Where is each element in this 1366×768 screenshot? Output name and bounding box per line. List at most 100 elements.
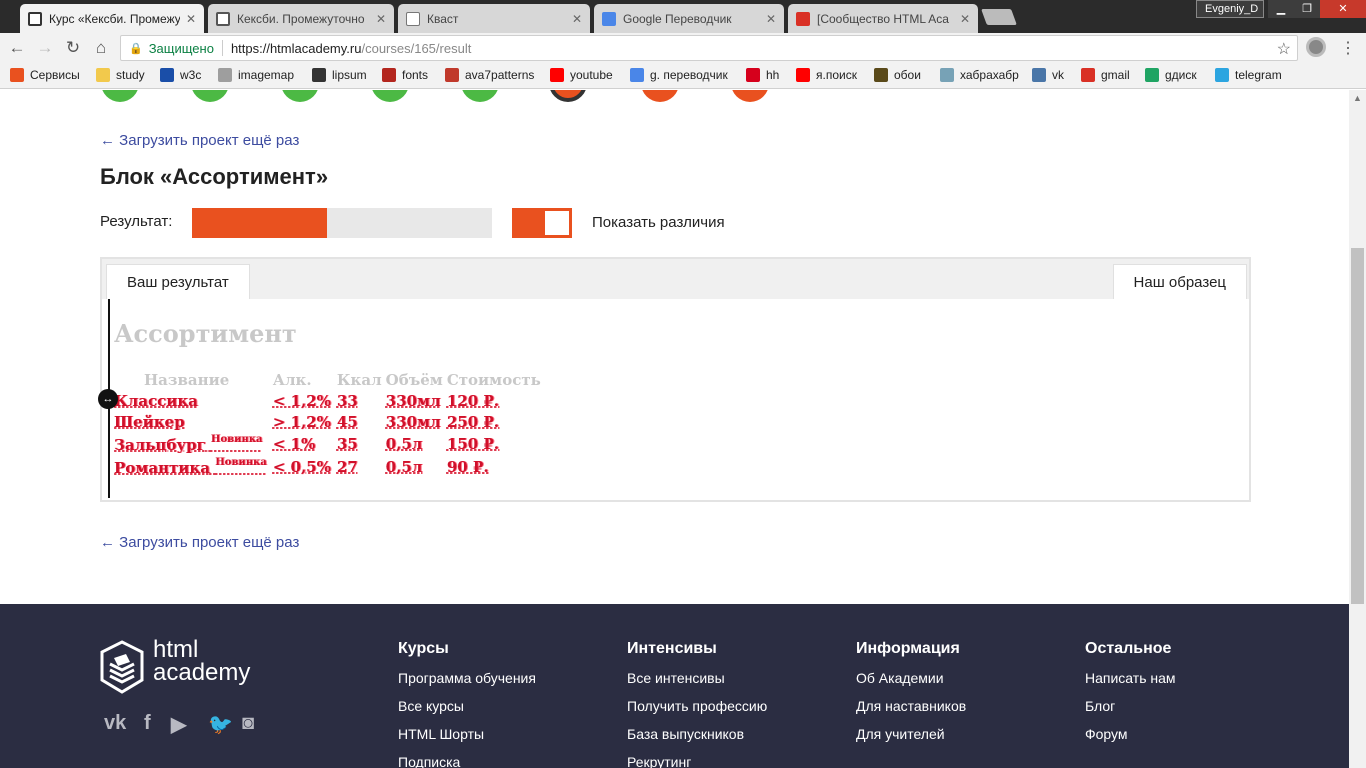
footer-link[interactable]: Все интенсивы [627,670,767,698]
footer-link[interactable]: Форум [1085,726,1176,754]
footer-link[interactable]: Подписка [398,754,536,768]
home-icon[interactable]: ⌂ [90,37,112,59]
bookmark-6[interactable]: ava7patterns [445,68,534,82]
diff-slider-handle-icon[interactable]: ↔ [98,389,118,409]
back-icon[interactable]: ← [6,37,28,59]
page-content: ← Загрузить проект ещё раз Блок «Ассорти… [0,90,1349,768]
scroll-up-icon[interactable]: ▲ [1349,90,1366,107]
footer-link[interactable]: База выпускников [627,726,767,754]
hh-icon [746,68,760,82]
bookmark-9[interactable]: hh [746,68,779,82]
close-icon[interactable]: ✕ [766,12,776,26]
window-close-icon[interactable]: ✕ [1320,0,1366,18]
lipsum-icon [312,68,326,82]
footer-link[interactable]: Получить профессию [627,698,767,726]
bookmark-5[interactable]: fonts [382,68,428,82]
footer-column-title: Информация [856,640,960,657]
footer-link[interactable]: Блог [1085,698,1176,726]
progress-step-dot[interactable] [101,90,139,102]
cell-price: 150 ₽. [447,434,545,457]
page-scrollbar[interactable]: ▲ [1349,90,1366,768]
progress-step-dot[interactable] [549,90,587,102]
tab-google-translate[interactable]: Google Переводчик ✕ [594,4,784,33]
bookmark-0[interactable]: Сервисы [10,68,80,82]
telegram-icon [1215,68,1229,82]
instagram-icon[interactable]: ◙ [242,712,254,735]
apps-icon [10,68,24,82]
footer-link[interactable]: Об Академии [856,670,966,698]
show-diff-label[interactable]: Показать различия [592,214,725,231]
bookmark-4[interactable]: lipsum [312,68,367,82]
footer-link[interactable]: HTML Шорты [398,726,536,754]
bookmark-12[interactable]: хабрахабр [940,68,1019,82]
tab-kvast[interactable]: Кваст ✕ [398,4,590,33]
bookmark-7[interactable]: youtube [550,68,613,82]
cell-text: Зальцбург [114,436,206,454]
progress-step-dot[interactable] [641,90,679,102]
scroll-thumb[interactable] [1351,248,1364,604]
toggle-knob [545,211,569,235]
browser-titlebar: Курс «Кексби. Промежу ✕ Кексби. Промежут… [0,0,1366,33]
close-icon[interactable]: ✕ [572,12,582,26]
tab-course[interactable]: Курс «Кексби. Промежу ✕ [20,4,204,33]
bookmark-16[interactable]: telegram [1215,68,1282,82]
address-bar[interactable]: 🔒 Защищено https://htmlacademy.ru/course… [120,35,1298,61]
footer-link[interactable]: Рекрутинг [627,754,767,768]
cell-alc: > 1,2% [273,413,337,434]
menu-icon[interactable]: ⋮ [1340,38,1356,58]
profile-button[interactable]: Evgeniy_D [1196,0,1264,18]
htmlacademy-logo-icon[interactable] [100,640,144,694]
vk-icon[interactable]: vk [104,712,126,735]
minimize-icon[interactable]: ▁ [1268,0,1294,18]
cell-vol: 0,5л [386,457,447,480]
bookmark-star-icon[interactable]: ☆ [1277,39,1291,59]
logo-text[interactable]: html academy [153,636,250,685]
bookmark-8[interactable]: g. переводчик [630,68,728,82]
progress-step-dot[interactable] [281,90,319,102]
restore-icon[interactable]: ❐ [1294,0,1320,18]
bookmark-label: fonts [402,68,429,82]
column-header: Алк. [272,371,312,389]
tab-keksby[interactable]: Кексби. Промежуточно ✕ [208,4,394,33]
progress-step-dot[interactable] [731,90,769,102]
progress-step-dot[interactable] [191,90,229,102]
bookmark-2[interactable]: w3c [160,68,201,82]
twitter-icon[interactable]: 🐦 [208,712,233,737]
bookmark-label: study [116,68,145,82]
close-icon[interactable]: ✕ [186,12,196,26]
youtube-icon[interactable]: ▶ [171,712,186,737]
bookmark-14[interactable]: gmail [1081,68,1130,82]
new-tab-button[interactable] [981,9,1017,25]
bookmark-3[interactable]: imagemap [218,68,294,82]
footer-link[interactable]: Написать нам [1085,670,1176,698]
extension-icon[interactable] [1306,37,1326,57]
progress-step-dot[interactable] [371,90,409,102]
forward-icon[interactable]: → [34,37,56,59]
close-icon[interactable]: ✕ [376,12,386,26]
column-header: Ккал [336,371,382,389]
footer-link[interactable]: Для наставников [856,698,966,726]
bookmark-13[interactable]: vk [1032,68,1064,82]
footer-link[interactable]: Для учителей [856,726,966,754]
bookmark-label: gдиск [1165,68,1197,82]
logo-line: html [153,636,199,663]
progress-step-dot[interactable] [461,90,499,102]
reload-project-link[interactable]: ← Загрузить проект ещё раз [100,534,299,551]
show-diff-toggle[interactable] [512,208,572,238]
bookmark-11[interactable]: обои [874,68,921,82]
bookmark-10[interactable]: я.поиск [796,68,857,82]
footer-link[interactable]: Программа обучения [398,670,536,698]
bookmark-15[interactable]: gдиск [1145,68,1197,82]
cell-price: 90 ₽. [447,457,545,480]
facebook-icon[interactable]: f [144,712,151,735]
tab-sample[interactable]: Наш образец [1112,264,1247,299]
footer-link[interactable]: Все курсы [398,698,536,726]
tab-community[interactable]: [Сообщество HTML Aca ✕ [788,4,978,33]
bookmark-1[interactable]: study [96,68,145,82]
reload-icon[interactable]: ↻ [62,37,84,59]
close-icon[interactable]: ✕ [960,12,970,26]
cell-alc: < 1,2% [273,392,337,413]
tab-your-result[interactable]: Ваш результат [106,264,250,299]
reload-project-link[interactable]: ← Загрузить проект ещё раз [100,132,299,149]
cell-text: 330мл [385,392,441,410]
